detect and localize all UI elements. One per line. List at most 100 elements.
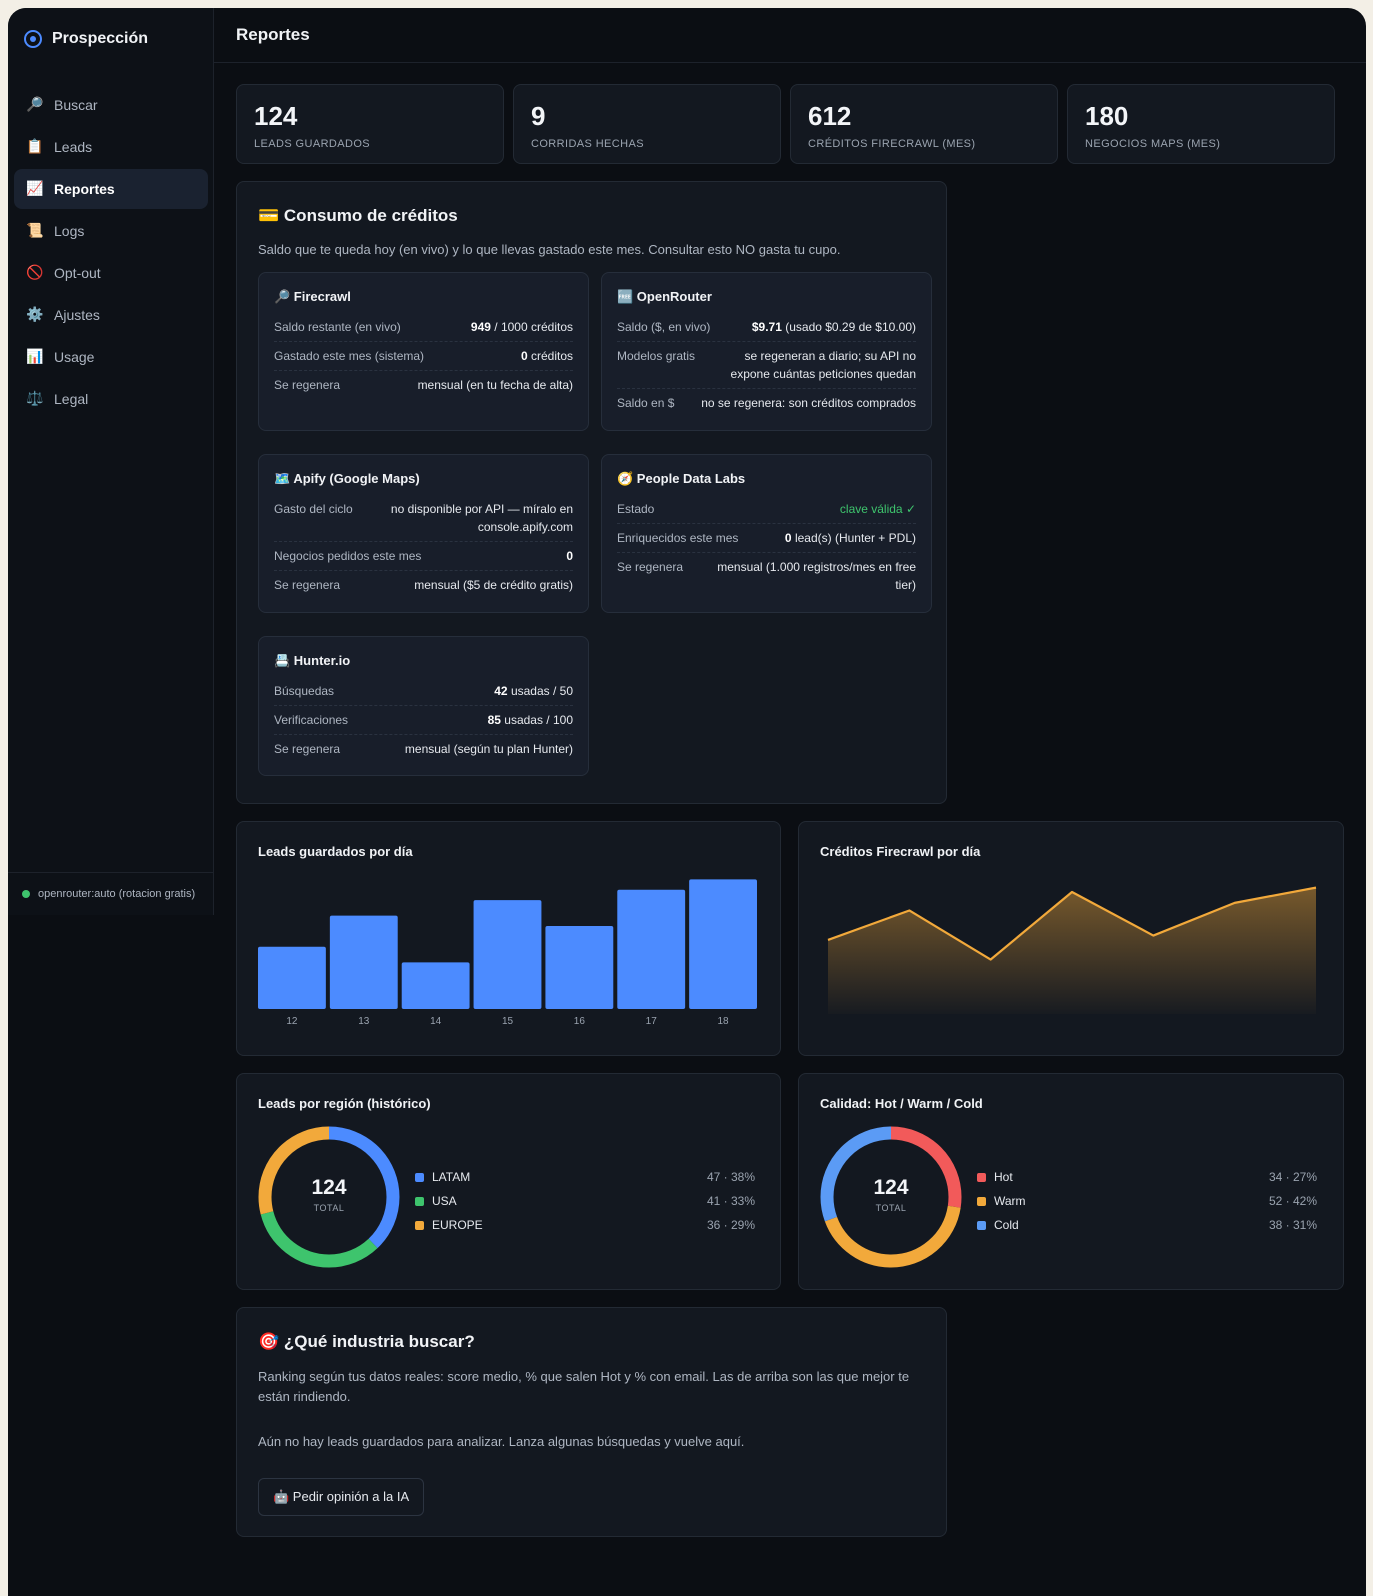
- legend-value: 41 · 33%: [706, 1194, 755, 1208]
- openrouter-title: 🆓 OpenRouter: [617, 289, 712, 304]
- row-value: mensual ($5 de crédito gratis): [414, 578, 573, 592]
- row-value: se regeneran a diario; su API no expone …: [730, 349, 916, 381]
- bar-chart-icon: 📊: [26, 349, 44, 365]
- row-label: Se regenera: [274, 578, 341, 592]
- model-status: openrouter:auto (rotacion gratis): [8, 872, 214, 900]
- legend-value: 47 · 38%: [706, 1170, 755, 1184]
- credits-title: 💳 Consumo de créditos: [258, 206, 458, 226]
- status-dot-icon: [22, 890, 30, 898]
- detail-row: Saldo ($, en vivo) $9.71 (usado $0.29 de…: [617, 313, 916, 342]
- donut-total: 124: [873, 1176, 909, 1199]
- quality-panel: Calidad: Hot / Warm / Cold 124 TOTAL Hot…: [798, 1073, 1344, 1290]
- ask-ai-button[interactable]: 🤖 Pedir opinión a la IA: [258, 1478, 425, 1516]
- sidebar: Prospección 🔎 Buscar 📋 Leads 📈 Reportes …: [8, 8, 214, 915]
- donut-total-label: TOTAL: [875, 1203, 907, 1213]
- row-value: 0 lead(s) (Hunter + PDL): [784, 531, 916, 545]
- detail-row: Se regenera mensual (según tu plan Hunte…: [274, 735, 573, 763]
- sidebar-item-ajustes[interactable]: ⚙️ Ajustes: [14, 295, 208, 335]
- legend-value: 38 · 31%: [1268, 1218, 1317, 1232]
- sidebar-item-label: Usage: [54, 349, 95, 365]
- sidebar-item-legal[interactable]: ⚖️ Legal: [14, 379, 208, 419]
- donut-total-label: TOTAL: [313, 1203, 345, 1213]
- legend-value: 36 · 29%: [706, 1218, 755, 1232]
- credit-card-icon: 💳: [258, 206, 280, 225]
- sidebar-item-label: Buscar: [54, 97, 98, 113]
- row-label: Búsquedas: [274, 684, 335, 698]
- row-label: Se regenera: [617, 560, 684, 574]
- legend-item: EUROPE 36 · 29%: [415, 1213, 755, 1237]
- sidebar-item-reportes[interactable]: 📈 Reportes: [14, 169, 208, 209]
- brand-name: Prospección: [52, 30, 149, 47]
- legend-label: Warm: [994, 1194, 1026, 1208]
- leads-bar-chart: 12 13 14 15 16 17 18: [258, 879, 757, 1027]
- sidebar-item-buscar[interactable]: 🔎 Buscar: [14, 85, 208, 125]
- app-window: Prospección 🔎 Buscar 📋 Leads 📈 Reportes …: [8, 8, 1366, 1596]
- detail-row: Búsquedas 42 usadas / 50: [274, 677, 573, 706]
- sidebar-item-leads[interactable]: 📋 Leads: [14, 127, 208, 167]
- row-label: Negocios pedidos este mes: [274, 549, 422, 563]
- row-label: Enriquecidos este mes: [617, 531, 739, 545]
- detail-row: Se regenera mensual (1.000 registros/mes…: [617, 553, 916, 599]
- credits-title-text: Consumo de créditos: [283, 206, 458, 225]
- scales-icon: ⚖️: [26, 391, 44, 407]
- legend-item: Warm 52 · 42%: [977, 1189, 1317, 1213]
- row-value: mensual (según tu plan Hunter): [404, 742, 573, 756]
- model-status-text: openrouter:auto (rotacion gratis): [38, 888, 196, 900]
- legend-item: USA 41 · 33%: [415, 1189, 755, 1213]
- sidebar-item-label: Legal: [54, 391, 89, 407]
- sidebar-item-opt-out[interactable]: 🚫 Opt-out: [14, 253, 208, 293]
- bar: [617, 889, 686, 1009]
- stat-value: 9: [531, 101, 546, 131]
- row-value: mensual (en tu fecha de alta): [417, 378, 573, 392]
- region-legend: LATAM 47 · 38% USA 41 · 33% EUROPE 36 · …: [415, 1165, 755, 1237]
- credits-description: Saldo que te queda hoy (en vivo) y lo qu…: [258, 242, 841, 257]
- legend-swatch: [415, 1220, 424, 1230]
- row-label: Se regenera: [274, 378, 341, 392]
- legend-label: Hot: [994, 1170, 1013, 1184]
- row-label: Saldo en $: [617, 396, 675, 410]
- sidebar-item-usage[interactable]: 📊 Usage: [14, 337, 208, 377]
- hunter-title: 📇 Hunter.io: [274, 653, 351, 668]
- sidebar-item-label: Opt-out: [54, 265, 101, 281]
- bar: [258, 946, 326, 1009]
- brand[interactable]: Prospección: [24, 30, 148, 48]
- bar: [545, 926, 614, 1009]
- sidebar-item-logs[interactable]: 📜 Logs: [14, 211, 208, 251]
- detail-row: Modelos gratis se regeneran a diario; su…: [617, 342, 916, 389]
- row-value: mensual (1.000 registros/mes en free tie…: [717, 560, 916, 592]
- openrouter-card: 🆓 OpenRouter Saldo ($, en vivo) $9.71 (u…: [601, 272, 932, 431]
- sidebar-item-label: Ajustes: [54, 307, 100, 323]
- detail-row: Estado clave válida ✓: [617, 495, 916, 524]
- stat-value: 180: [1085, 101, 1129, 131]
- row-value: no se regenera: son créditos comprados: [701, 396, 916, 410]
- firecrawl-per-day-panel: Créditos Firecrawl por día: [798, 821, 1344, 1056]
- search-icon: 🔎: [26, 97, 44, 113]
- donut-total: 124: [311, 1176, 347, 1199]
- detail-row: Saldo restante (en vivo) 949 / 1000 créd…: [274, 313, 573, 342]
- row-value: 0 créditos: [520, 349, 573, 363]
- row-value: $9.71 (usado $0.29 de $10.00): [751, 320, 916, 334]
- x-tick-label: 16: [574, 1016, 586, 1027]
- pdl-card: 🧭 People Data Labs Estado clave válida ✓…: [601, 454, 932, 613]
- firecrawl-area-chart: [827, 886, 1317, 1014]
- page-title: Reportes: [236, 25, 310, 44]
- row-label: Modelos gratis: [617, 349, 696, 363]
- detail-row: Gastado este mes (sistema) 0 créditos: [274, 342, 573, 371]
- legend-item: Hot 34 · 27%: [977, 1165, 1317, 1189]
- row-value: 42 usadas / 50: [494, 684, 573, 698]
- sidebar-item-label: Leads: [54, 139, 93, 155]
- row-value: no disponible por API — míralo en consol…: [390, 502, 573, 534]
- legend-value: 34 · 27%: [1268, 1170, 1317, 1184]
- x-tick-label: 13: [358, 1016, 370, 1027]
- row-label: Se regenera: [274, 742, 341, 756]
- row-value: 85 usadas / 100: [487, 713, 573, 727]
- legend-swatch: [977, 1220, 986, 1230]
- detail-row: Se regenera mensual ($5 de crédito grati…: [274, 571, 573, 599]
- stat-card-leads: 124 LEADS GUARDADOS: [236, 84, 504, 164]
- topbar: Reportes: [214, 8, 1366, 63]
- bar: [329, 915, 398, 1009]
- legend-label: EUROPE: [432, 1218, 483, 1232]
- legend-value: 52 · 42%: [1268, 1194, 1317, 1208]
- x-tick-label: 17: [646, 1016, 658, 1027]
- sidebar-item-label: Logs: [54, 223, 85, 239]
